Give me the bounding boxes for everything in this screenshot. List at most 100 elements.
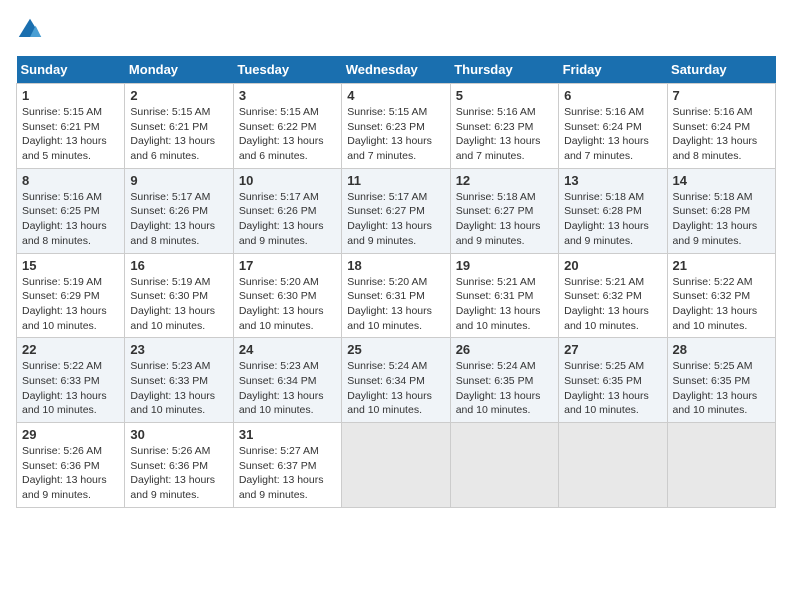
cell-info: Sunrise: 5:17 AM Sunset: 6:26 PM Dayligh… — [239, 190, 336, 249]
day-number: 11 — [347, 173, 444, 188]
calendar-week-4: 22 Sunrise: 5:22 AM Sunset: 6:33 PM Dayl… — [17, 338, 776, 423]
calendar-cell: 26 Sunrise: 5:24 AM Sunset: 6:35 PM Dayl… — [450, 338, 558, 423]
day-number: 4 — [347, 88, 444, 103]
calendar-cell: 24 Sunrise: 5:23 AM Sunset: 6:34 PM Dayl… — [233, 338, 341, 423]
day-number: 29 — [22, 427, 119, 442]
cell-info: Sunrise: 5:24 AM Sunset: 6:35 PM Dayligh… — [456, 359, 553, 418]
day-number: 9 — [130, 173, 227, 188]
day-number: 26 — [456, 342, 553, 357]
calendar-cell: 7 Sunrise: 5:16 AM Sunset: 6:24 PM Dayli… — [667, 84, 775, 169]
calendar-cell: 28 Sunrise: 5:25 AM Sunset: 6:35 PM Dayl… — [667, 338, 775, 423]
cell-info: Sunrise: 5:15 AM Sunset: 6:21 PM Dayligh… — [22, 105, 119, 164]
calendar-cell — [667, 423, 775, 508]
calendar-cell: 16 Sunrise: 5:19 AM Sunset: 6:30 PM Dayl… — [125, 253, 233, 338]
day-number: 8 — [22, 173, 119, 188]
day-number: 13 — [564, 173, 661, 188]
calendar-cell: 3 Sunrise: 5:15 AM Sunset: 6:22 PM Dayli… — [233, 84, 341, 169]
calendar-cell: 18 Sunrise: 5:20 AM Sunset: 6:31 PM Dayl… — [342, 253, 450, 338]
calendar-cell: 21 Sunrise: 5:22 AM Sunset: 6:32 PM Dayl… — [667, 253, 775, 338]
cell-info: Sunrise: 5:19 AM Sunset: 6:30 PM Dayligh… — [130, 275, 227, 334]
cell-info: Sunrise: 5:18 AM Sunset: 6:28 PM Dayligh… — [673, 190, 770, 249]
calendar-cell: 19 Sunrise: 5:21 AM Sunset: 6:31 PM Dayl… — [450, 253, 558, 338]
cell-info: Sunrise: 5:21 AM Sunset: 6:32 PM Dayligh… — [564, 275, 661, 334]
header-cell-saturday: Saturday — [667, 56, 775, 84]
calendar-week-5: 29 Sunrise: 5:26 AM Sunset: 6:36 PM Dayl… — [17, 423, 776, 508]
header-cell-sunday: Sunday — [17, 56, 125, 84]
day-number: 3 — [239, 88, 336, 103]
calendar-cell: 13 Sunrise: 5:18 AM Sunset: 6:28 PM Dayl… — [559, 168, 667, 253]
calendar-cell: 9 Sunrise: 5:17 AM Sunset: 6:26 PM Dayli… — [125, 168, 233, 253]
calendar-cell: 12 Sunrise: 5:18 AM Sunset: 6:27 PM Dayl… — [450, 168, 558, 253]
cell-info: Sunrise: 5:18 AM Sunset: 6:27 PM Dayligh… — [456, 190, 553, 249]
cell-info: Sunrise: 5:16 AM Sunset: 6:24 PM Dayligh… — [673, 105, 770, 164]
cell-info: Sunrise: 5:25 AM Sunset: 6:35 PM Dayligh… — [564, 359, 661, 418]
calendar-cell: 5 Sunrise: 5:16 AM Sunset: 6:23 PM Dayli… — [450, 84, 558, 169]
day-number: 21 — [673, 258, 770, 273]
day-number: 15 — [22, 258, 119, 273]
calendar-cell: 31 Sunrise: 5:27 AM Sunset: 6:37 PM Dayl… — [233, 423, 341, 508]
logo-icon — [16, 16, 44, 44]
cell-info: Sunrise: 5:24 AM Sunset: 6:34 PM Dayligh… — [347, 359, 444, 418]
cell-info: Sunrise: 5:20 AM Sunset: 6:30 PM Dayligh… — [239, 275, 336, 334]
day-number: 5 — [456, 88, 553, 103]
day-number: 12 — [456, 173, 553, 188]
header-cell-wednesday: Wednesday — [342, 56, 450, 84]
calendar-cell: 17 Sunrise: 5:20 AM Sunset: 6:30 PM Dayl… — [233, 253, 341, 338]
cell-info: Sunrise: 5:16 AM Sunset: 6:23 PM Dayligh… — [456, 105, 553, 164]
cell-info: Sunrise: 5:26 AM Sunset: 6:36 PM Dayligh… — [130, 444, 227, 503]
calendar-week-1: 1 Sunrise: 5:15 AM Sunset: 6:21 PM Dayli… — [17, 84, 776, 169]
calendar-week-3: 15 Sunrise: 5:19 AM Sunset: 6:29 PM Dayl… — [17, 253, 776, 338]
cell-info: Sunrise: 5:20 AM Sunset: 6:31 PM Dayligh… — [347, 275, 444, 334]
calendar-cell — [342, 423, 450, 508]
day-number: 24 — [239, 342, 336, 357]
calendar-cell: 4 Sunrise: 5:15 AM Sunset: 6:23 PM Dayli… — [342, 84, 450, 169]
cell-info: Sunrise: 5:15 AM Sunset: 6:22 PM Dayligh… — [239, 105, 336, 164]
header-cell-monday: Monday — [125, 56, 233, 84]
day-number: 28 — [673, 342, 770, 357]
header-cell-friday: Friday — [559, 56, 667, 84]
calendar-body: 1 Sunrise: 5:15 AM Sunset: 6:21 PM Dayli… — [17, 84, 776, 508]
calendar-cell — [450, 423, 558, 508]
calendar-cell: 29 Sunrise: 5:26 AM Sunset: 6:36 PM Dayl… — [17, 423, 125, 508]
cell-info: Sunrise: 5:26 AM Sunset: 6:36 PM Dayligh… — [22, 444, 119, 503]
calendar-header: SundayMondayTuesdayWednesdayThursdayFrid… — [17, 56, 776, 84]
day-number: 30 — [130, 427, 227, 442]
calendar-cell: 30 Sunrise: 5:26 AM Sunset: 6:36 PM Dayl… — [125, 423, 233, 508]
cell-info: Sunrise: 5:21 AM Sunset: 6:31 PM Dayligh… — [456, 275, 553, 334]
day-number: 18 — [347, 258, 444, 273]
day-number: 23 — [130, 342, 227, 357]
calendar-cell: 14 Sunrise: 5:18 AM Sunset: 6:28 PM Dayl… — [667, 168, 775, 253]
cell-info: Sunrise: 5:22 AM Sunset: 6:32 PM Dayligh… — [673, 275, 770, 334]
calendar-cell: 23 Sunrise: 5:23 AM Sunset: 6:33 PM Dayl… — [125, 338, 233, 423]
cell-info: Sunrise: 5:15 AM Sunset: 6:23 PM Dayligh… — [347, 105, 444, 164]
calendar-cell: 10 Sunrise: 5:17 AM Sunset: 6:26 PM Dayl… — [233, 168, 341, 253]
calendar-week-2: 8 Sunrise: 5:16 AM Sunset: 6:25 PM Dayli… — [17, 168, 776, 253]
calendar-cell: 15 Sunrise: 5:19 AM Sunset: 6:29 PM Dayl… — [17, 253, 125, 338]
calendar-cell: 6 Sunrise: 5:16 AM Sunset: 6:24 PM Dayli… — [559, 84, 667, 169]
calendar-cell: 2 Sunrise: 5:15 AM Sunset: 6:21 PM Dayli… — [125, 84, 233, 169]
day-number: 20 — [564, 258, 661, 273]
calendar-cell: 1 Sunrise: 5:15 AM Sunset: 6:21 PM Dayli… — [17, 84, 125, 169]
calendar-cell: 25 Sunrise: 5:24 AM Sunset: 6:34 PM Dayl… — [342, 338, 450, 423]
day-number: 19 — [456, 258, 553, 273]
cell-info: Sunrise: 5:23 AM Sunset: 6:34 PM Dayligh… — [239, 359, 336, 418]
cell-info: Sunrise: 5:23 AM Sunset: 6:33 PM Dayligh… — [130, 359, 227, 418]
day-number: 17 — [239, 258, 336, 273]
calendar-cell: 20 Sunrise: 5:21 AM Sunset: 6:32 PM Dayl… — [559, 253, 667, 338]
logo — [16, 16, 48, 44]
cell-info: Sunrise: 5:16 AM Sunset: 6:25 PM Dayligh… — [22, 190, 119, 249]
day-number: 31 — [239, 427, 336, 442]
cell-info: Sunrise: 5:16 AM Sunset: 6:24 PM Dayligh… — [564, 105, 661, 164]
cell-info: Sunrise: 5:27 AM Sunset: 6:37 PM Dayligh… — [239, 444, 336, 503]
day-number: 25 — [347, 342, 444, 357]
calendar-cell: 11 Sunrise: 5:17 AM Sunset: 6:27 PM Dayl… — [342, 168, 450, 253]
day-number: 16 — [130, 258, 227, 273]
page-header — [16, 16, 776, 44]
cell-info: Sunrise: 5:25 AM Sunset: 6:35 PM Dayligh… — [673, 359, 770, 418]
cell-info: Sunrise: 5:17 AM Sunset: 6:27 PM Dayligh… — [347, 190, 444, 249]
header-cell-thursday: Thursday — [450, 56, 558, 84]
calendar-cell: 27 Sunrise: 5:25 AM Sunset: 6:35 PM Dayl… — [559, 338, 667, 423]
day-number: 7 — [673, 88, 770, 103]
day-number: 10 — [239, 173, 336, 188]
header-cell-tuesday: Tuesday — [233, 56, 341, 84]
